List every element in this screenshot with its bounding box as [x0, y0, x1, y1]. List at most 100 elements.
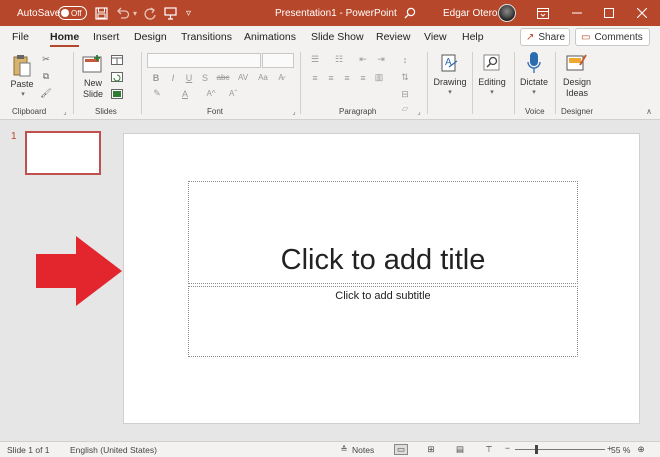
layout-icon[interactable] — [110, 54, 124, 65]
fit-to-window-icon[interactable]: ⊕ — [634, 444, 648, 455]
zoom-slider[interactable] — [515, 449, 605, 450]
zoom-out-icon[interactable]: − — [505, 443, 510, 453]
redo-icon[interactable] — [143, 0, 157, 26]
group-paragraph: Paragraph — [339, 107, 377, 116]
char-spacing-icon[interactable]: AV — [236, 72, 250, 83]
underline-icon[interactable]: U — [184, 72, 194, 83]
design-ideas-label-1[interactable]: Design — [558, 77, 596, 88]
strikethrough-icon[interactable]: abc — [216, 72, 230, 83]
tab-transitions[interactable]: Transitions — [181, 29, 232, 47]
line-spacing-icon[interactable]: ↕ — [398, 54, 412, 65]
notes-icon[interactable]: ≙ — [337, 444, 351, 455]
user-name[interactable]: Edgar Otero — [443, 0, 497, 26]
increase-indent-icon[interactable]: ⇥ — [374, 54, 388, 65]
undo-icon[interactable] — [116, 0, 130, 26]
tab-view[interactable]: View — [424, 29, 447, 47]
numbering-icon[interactable]: ☷ — [332, 54, 346, 65]
shadow-icon[interactable]: S — [200, 72, 210, 83]
font-size-select[interactable] — [262, 53, 294, 68]
decrease-font-icon[interactable]: Aˇ — [226, 88, 240, 99]
new-slide-icon[interactable] — [82, 53, 104, 75]
present-icon[interactable] — [164, 0, 177, 26]
undo-dropdown-icon[interactable]: ▾ — [133, 0, 137, 26]
clipboard-launcher-icon[interactable]: ⌟ — [61, 108, 69, 116]
tab-review[interactable]: Review — [376, 29, 410, 47]
font-color-icon[interactable]: A — [178, 88, 192, 99]
collapse-ribbon-icon[interactable]: ∧ — [644, 106, 654, 116]
design-ideas-icon[interactable] — [566, 52, 588, 74]
reading-view-icon[interactable]: ▤ — [453, 444, 467, 455]
section-icon[interactable] — [110, 88, 124, 99]
slide-sorter-icon[interactable]: ⊞ — [424, 444, 438, 455]
zoom-level[interactable]: 55 % — [611, 445, 630, 455]
align-text-icon[interactable]: ⊟ — [398, 89, 412, 100]
tab-design[interactable]: Design — [134, 29, 167, 47]
font-name-select[interactable] — [147, 53, 261, 68]
smartart-icon[interactable]: ▱ — [398, 104, 412, 113]
justify-icon[interactable]: ≡ — [356, 72, 370, 83]
dictate-dropdown-icon[interactable]: ▾ — [529, 88, 539, 96]
drawing-dropdown-icon[interactable]: ▾ — [445, 88, 455, 96]
tab-help[interactable]: Help — [462, 29, 484, 47]
text-direction-icon[interactable]: ⇅ — [398, 72, 412, 83]
autosave-toggle[interactable]: Off — [58, 6, 87, 20]
paste-label[interactable]: Paste — [8, 79, 36, 90]
font-launcher-icon[interactable]: ⌟ — [290, 108, 298, 116]
increase-font-icon[interactable]: A^ — [204, 88, 218, 99]
cut-icon[interactable]: ✂ — [40, 53, 52, 65]
autosave-state: Off — [71, 8, 82, 18]
clear-format-icon[interactable]: A̷ — [274, 72, 288, 83]
drawing-icon[interactable]: A — [439, 52, 461, 74]
drawing-label[interactable]: Drawing — [429, 77, 471, 88]
paragraph-launcher-icon[interactable]: ⌟ — [415, 108, 423, 116]
align-left-icon[interactable]: ≡ — [308, 72, 322, 83]
minimize-icon[interactable] — [561, 0, 593, 26]
slide-thumbnail[interactable] — [25, 131, 101, 175]
microphone-icon[interactable] — [525, 51, 543, 75]
change-case-icon[interactable]: Aa — [256, 72, 270, 83]
slideshow-view-icon[interactable]: ⊤ — [482, 444, 496, 455]
italic-icon[interactable]: I — [168, 72, 178, 83]
notes-button[interactable]: Notes — [352, 445, 374, 455]
format-painter-icon[interactable]: 🖌 — [40, 87, 52, 99]
editing-dropdown-icon[interactable]: ▾ — [487, 88, 497, 96]
new-slide-label-1[interactable]: New — [77, 78, 109, 89]
share-button[interactable]: ↗ Share — [520, 28, 570, 46]
close-icon[interactable] — [626, 0, 658, 26]
decrease-indent-icon[interactable]: ⇤ — [356, 54, 370, 65]
bold-icon[interactable]: B — [151, 72, 161, 83]
paste-icon[interactable] — [11, 53, 33, 79]
editing-label[interactable]: Editing — [474, 77, 510, 88]
avatar[interactable] — [498, 4, 516, 22]
new-slide-label-2[interactable]: Slide — [77, 89, 109, 100]
maximize-icon[interactable] — [593, 0, 625, 26]
subtitle-placeholder[interactable]: Click to add subtitle — [188, 286, 578, 357]
design-ideas-label-2[interactable]: Ideas — [558, 88, 596, 99]
copy-icon[interactable]: ⧉ — [40, 70, 52, 82]
bullets-icon[interactable]: ☰ — [308, 54, 322, 65]
dictate-label[interactable]: Dictate — [516, 77, 552, 88]
columns-icon[interactable]: ▥ — [372, 72, 386, 83]
search-icon[interactable] — [404, 0, 416, 26]
align-right-icon[interactable]: ≡ — [340, 72, 354, 83]
language[interactable]: English (United States) — [70, 445, 157, 455]
ribbon-display-icon[interactable] — [527, 0, 559, 26]
align-center-icon[interactable]: ≡ — [324, 72, 338, 83]
save-icon[interactable] — [95, 0, 108, 26]
paste-dropdown-icon[interactable]: ▾ — [18, 90, 28, 98]
normal-view-icon[interactable]: ▭ — [394, 444, 408, 455]
editing-icon[interactable] — [481, 52, 503, 74]
slide-count[interactable]: Slide 1 of 1 — [7, 445, 50, 455]
reset-icon[interactable] — [110, 71, 124, 82]
tab-home[interactable]: Home — [50, 29, 80, 47]
title-placeholder[interactable]: Click to add title — [188, 181, 578, 284]
comments-button[interactable]: ▭ Comments — [575, 28, 650, 46]
zoom-slider-thumb[interactable] — [535, 445, 538, 454]
tab-animations[interactable]: Animations — [244, 29, 296, 47]
tab-file[interactable]: File — [12, 29, 29, 47]
tab-insert[interactable]: Insert — [93, 29, 119, 47]
slide-canvas[interactable]: Click to add title Click to add subtitle — [123, 133, 640, 424]
highlight-icon[interactable]: ✎ — [150, 88, 164, 99]
tab-slide-show[interactable]: Slide Show — [311, 29, 364, 47]
customize-toolbar-icon[interactable]: ▿ — [186, 0, 191, 26]
